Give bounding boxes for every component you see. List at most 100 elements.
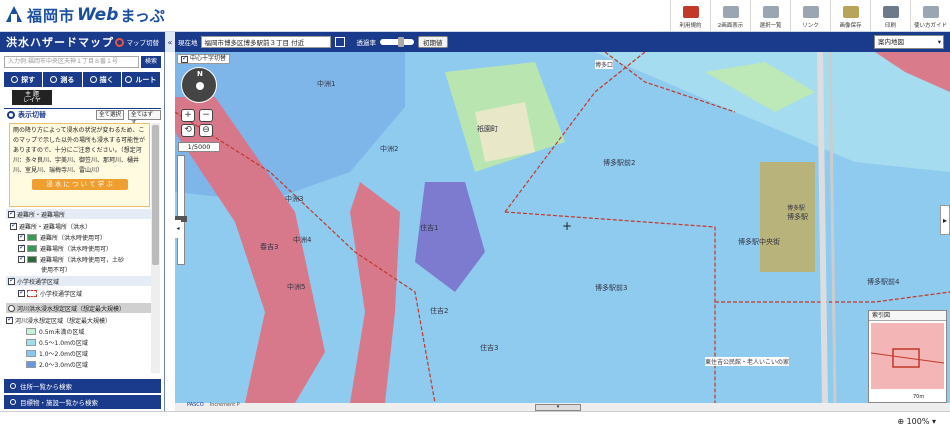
panel-collapse-button[interactable]: « [165, 32, 175, 52]
legend-depth-3: 1.0～2.0mの区域 [26, 348, 88, 358]
tab-draw[interactable]: 描く [82, 72, 121, 87]
layer-scrollbar[interactable] [151, 123, 160, 373]
map-title-bar: 洪水ハザードマップ マップ切替 [0, 32, 165, 52]
guide-button[interactable]: 使い方ガイド [910, 0, 950, 32]
theme-layer-button[interactable]: 主 題レイヤ [12, 90, 52, 105]
map-label: 中洲2 [380, 145, 399, 153]
dual-screen-button[interactable]: 2画面表示 [710, 0, 750, 32]
bottom-nav: 住所一覧から検索 目標物・施設一覧から検索 [4, 379, 161, 409]
checkbox[interactable] [18, 232, 25, 241]
tab-measure[interactable]: 測る [43, 72, 82, 87]
map-toolbar: 現在地 福岡市博多区博多駅前３丁目 付近 透過率 初期値 案内地図 [175, 32, 950, 52]
save-image-button[interactable]: 画像保存 [830, 0, 870, 32]
layer-river-radio[interactable]: 河川洪水浸水想定区域（想定最大規模） [6, 303, 151, 313]
transparency-slider[interactable] [380, 37, 414, 47]
current-location-label: 現在地 [178, 39, 198, 47]
reset-transparency-button[interactable]: 初期値 [418, 36, 448, 48]
header-tools: 利用規約 2画面表示 選択一覧 リンク 画像保存 印刷 使い方ガイド [670, 0, 950, 32]
index-map[interactable]: 索引図 70m [868, 310, 947, 403]
checkbox[interactable] [181, 54, 188, 63]
link-button[interactable]: リンク [790, 0, 830, 32]
layer-school-section[interactable]: 小学校通学区域 [6, 276, 151, 286]
layer-evac-c[interactable]: 避難場所（洪水時使用可，土砂 [18, 254, 124, 264]
checkbox[interactable] [8, 276, 15, 285]
display-toggle-icon [7, 110, 15, 119]
map-label: 博多駅前4 [867, 278, 900, 286]
route-icon [125, 76, 133, 83]
learn-flood-button[interactable]: 浸 水 に つ い て 学 ぶ [31, 179, 128, 190]
zoom-area-button[interactable]: ⊖ [199, 124, 213, 137]
transparency-label: 透過率 [356, 39, 377, 47]
map-label: 中洲3 [285, 195, 304, 203]
print-button[interactable]: 印刷 [870, 0, 910, 32]
layer-evac-flood[interactable]: 避難所・避難場所（洪水） [10, 221, 91, 231]
rotate-reset-button[interactable]: ⟲ [181, 124, 195, 137]
search-button[interactable]: 検索 [141, 56, 161, 68]
map-label: 博多口 [595, 60, 614, 69]
layer-evac-section[interactable]: 避難所・避難場所 [6, 209, 151, 219]
display-toggle-header: 表示切替 全て選択 全てはずす [4, 108, 161, 126]
map-svg: + [175, 52, 950, 403]
base-map-select[interactable]: 案内地図 [874, 35, 944, 49]
link-icon [802, 6, 819, 18]
radio-button[interactable] [8, 304, 15, 312]
book-icon [682, 6, 699, 18]
index-map-svg [871, 323, 944, 389]
layer-river-section[interactable]: 河川浸水想定区域（想定最大規模） [6, 315, 111, 325]
search-icon [11, 76, 19, 83]
checkbox[interactable] [10, 221, 17, 230]
map-label: 住吉3 [480, 344, 499, 352]
folder-icon [842, 6, 859, 18]
index-map-body[interactable] [871, 323, 944, 389]
center-crosshair-toggle[interactable]: 中心十字切替 [177, 54, 231, 64]
select-all-button[interactable]: 全て選択 [96, 110, 125, 120]
compass-control[interactable]: N [181, 67, 217, 103]
logo-mark-icon [4, 6, 24, 24]
zoom-out-button[interactable]: − [199, 109, 213, 122]
map-label: 春吉3 [260, 243, 279, 251]
zoom-in-button[interactable]: + [181, 109, 195, 122]
deselect-all-button[interactable]: 全てはずす [128, 110, 161, 126]
map-switch-button[interactable]: マップ切替 [112, 35, 163, 49]
landmark-list-search-button[interactable]: 目標物・施設一覧から検索 [4, 395, 161, 409]
map-label: 中洲4 [293, 236, 312, 244]
map-label: 博多駅前3 [595, 284, 628, 292]
map-label: 東住吉公民館・老人いこいの家 [705, 357, 790, 366]
map-label: 住吉2 [430, 307, 449, 315]
checkbox[interactable] [8, 209, 15, 218]
compass-center-icon [196, 82, 204, 90]
zoom-slider[interactable] [175, 155, 187, 265]
map-label: 博多駅 [787, 213, 808, 221]
map-canvas[interactable]: + 中洲1 中洲2 中洲3 中洲4 中洲5 住吉1 住吉2 住吉3 春吉3 祇園… [175, 52, 950, 403]
checkbox[interactable] [18, 254, 25, 263]
switch-icon [114, 37, 124, 47]
selection-list-button[interactable]: 選択一覧 [750, 0, 790, 32]
search-icon [10, 383, 16, 389]
address-search-input[interactable]: 入力例:福岡市中央区天神１丁目８番１号 [4, 56, 139, 68]
tab-find[interactable]: 探す [4, 72, 43, 87]
pan-right-button[interactable]: ▸ [940, 205, 950, 235]
checkbox[interactable] [18, 288, 25, 297]
terms-button[interactable]: 利用規約 [670, 0, 710, 32]
zoom-level[interactable]: ⊕ 100% ▾ [897, 417, 936, 426]
school-area-icon [27, 289, 37, 297]
logo-web: Web [77, 5, 119, 25]
locate-icon[interactable] [334, 37, 345, 47]
checkbox[interactable] [18, 243, 25, 252]
layer-school-item[interactable]: 小学校通学区域 [18, 288, 82, 298]
bottom-panel-toggle[interactable]: ▾ [535, 404, 581, 411]
checkbox[interactable] [6, 315, 13, 324]
pan-left-button[interactable]: ◂ [175, 220, 181, 238]
legend-depth-4: 2.0～3.0mの区域 [26, 359, 88, 369]
legend-depth-2: 0.5～1.0mの区域 [26, 337, 88, 347]
dual-screen-icon [722, 6, 739, 18]
shelter-icon [27, 233, 37, 241]
pen-icon [89, 76, 97, 83]
layer-evac-a[interactable]: 避難所（洪水時使用可） [18, 232, 106, 242]
map-title: 洪水ハザードマップ [6, 36, 114, 49]
site-logo[interactable]: 福岡市 Web まっぷ [4, 4, 165, 26]
tab-route[interactable]: ルート [121, 72, 160, 87]
layer-evac-b[interactable]: 避難場所（洪水時使用可） [18, 243, 112, 253]
map-label: 博多駅 [787, 205, 806, 212]
address-list-search-button[interactable]: 住所一覧から検索 [4, 379, 161, 393]
